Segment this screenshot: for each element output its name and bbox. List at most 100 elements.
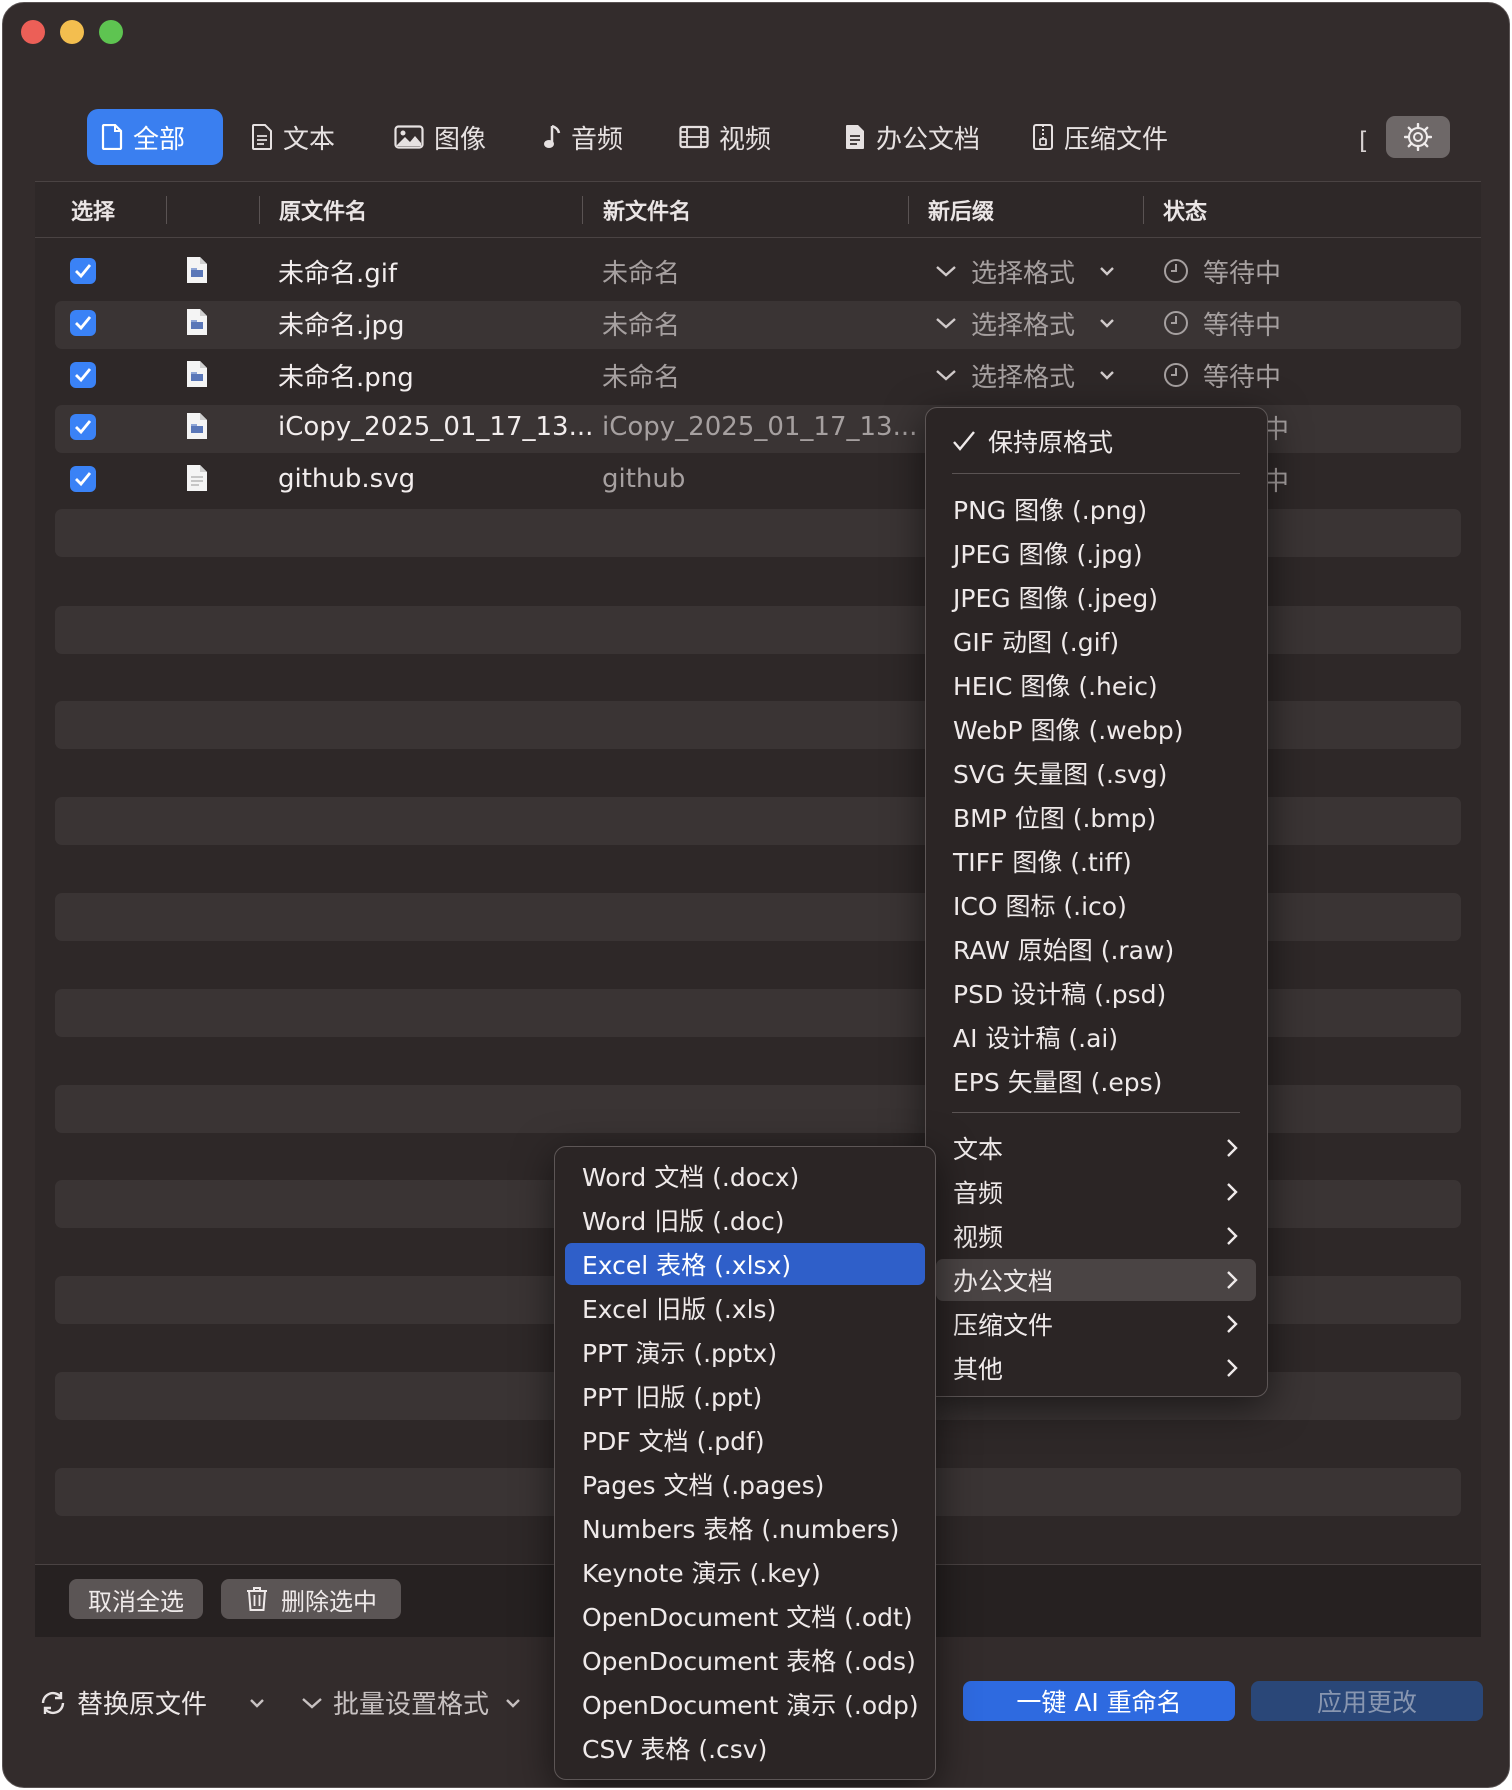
tab-image[interactable]: 图像 [380,109,500,165]
menu-item-category-office[interactable]: 办公文档 [936,1259,1256,1301]
menu-item-odt[interactable]: OpenDocument 文档 (.odt) [565,1595,925,1637]
tab-all[interactable]: 全部 [87,109,223,165]
column-divider [582,196,583,224]
status-label: 等待中 [1203,362,1282,393]
suffix-select[interactable]: 选择格式 [935,245,1115,297]
menu-item-tiff[interactable]: TIFF 图像 (.tiff) [936,840,1256,882]
menu-item-heic[interactable]: HEIC 图像 (.heic) [936,664,1256,706]
settings-button[interactable] [1386,116,1450,158]
tab-overflow-indicator[interactable]: [ [1359,127,1368,155]
column-header-select[interactable]: 选择 [71,182,115,237]
chevron-down-icon [936,318,956,329]
menu-item-pages[interactable]: Pages 文档 (.pages) [565,1463,925,1505]
batch-format-select[interactable]: 批量设置格式 [301,1684,521,1721]
table-row[interactable]: 未命名.gif 未命名 选择格式 等待中 [35,245,1481,297]
chevron-down-icon [302,1697,322,1709]
column-divider [166,196,167,224]
menu-item-category-other[interactable]: 其他 [936,1347,1256,1389]
menu-item-docx[interactable]: Word 文档 (.docx) [565,1155,925,1197]
menu-item-csv[interactable]: CSV 表格 (.csv) [565,1727,925,1769]
menu-item-odp[interactable]: OpenDocument 演示 (.odp) [565,1683,925,1725]
format-dropdown-menu: 保持原格式 PNG 图像 (.png) JPEG 图像 (.jpg) JPEG … [925,407,1268,1397]
column-divider [1143,196,1144,224]
menu-item-svg[interactable]: SVG 矢量图 (.svg) [936,752,1256,794]
menu-item-pdf[interactable]: PDF 文档 (.pdf) [565,1419,925,1461]
menu-item-jpeg[interactable]: JPEG 图像 (.jpeg) [936,576,1256,618]
row-checkbox[interactable] [70,258,96,284]
menu-item-eps[interactable]: EPS 矢量图 (.eps) [936,1060,1256,1102]
menu-item-label: 音频 [953,1179,1004,1208]
chevron-down-icon [1100,371,1114,380]
tab-archive[interactable]: 压缩文件 [1018,109,1182,165]
menu-item-ods[interactable]: OpenDocument 表格 (.ods) [565,1639,925,1681]
menu-item-raw[interactable]: RAW 原始图 (.raw) [936,928,1256,970]
tab-text[interactable]: 文本 [237,109,349,165]
checkmark-icon [75,472,92,487]
checkmark-icon [75,420,92,435]
replace-original-select[interactable]: 替换原文件 [39,1684,265,1721]
apply-changes-button[interactable]: 应用更改 [1251,1681,1483,1721]
refresh-icon [41,1691,65,1714]
menu-item-category-text[interactable]: 文本 [936,1127,1256,1169]
status-cell: 等待中 [1163,297,1281,349]
new-filename[interactable]: iCopy_2025_01_17_13... [602,401,917,453]
tab-office[interactable]: 办公文档 [830,109,994,165]
tab-video[interactable]: 视频 [665,109,785,165]
table-row[interactable]: 未命名.jpg 未命名 选择格式 等待中 [35,297,1481,349]
doc-icon [101,124,123,150]
tab-label: 音频 [571,124,624,155]
menu-item-label: 其他 [953,1355,1004,1384]
menu-item-label: 文本 [953,1135,1004,1164]
new-filename[interactable]: 未命名 [602,349,680,401]
column-header-status[interactable]: 状态 [1163,182,1207,237]
menu-item-psd[interactable]: PSD 设计稿 (.psd) [936,972,1256,1014]
menu-item-doc[interactable]: Word 旧版 (.doc) [565,1199,925,1241]
menu-item-ico[interactable]: ICO 图标 (.ico) [936,884,1256,926]
menu-item-label: 保持原格式 [988,428,1114,457]
column-header-original-name[interactable]: 原文件名 [279,182,367,237]
row-checkbox[interactable] [70,310,96,336]
row-checkbox[interactable] [70,466,96,492]
column-header-new-name[interactable]: 新文件名 [603,182,691,237]
deselect-all-button[interactable]: 取消全选 [69,1579,203,1619]
table-row[interactable]: 未命名.png 未命名 选择格式 等待中 [35,349,1481,401]
suffix-select[interactable]: 选择格式 [935,297,1115,349]
svg-file-icon [187,465,207,491]
menu-item-category-video[interactable]: 视频 [936,1215,1256,1257]
menu-item-xlsx[interactable]: Excel 表格 (.xlsx) [565,1243,925,1285]
menu-item-webp[interactable]: WebP 图像 (.webp) [936,708,1256,750]
menu-item-ai[interactable]: AI 设计稿 (.ai) [936,1016,1256,1058]
original-filename: iCopy_2025_01_17_13... [278,412,594,442]
menu-item-category-archive[interactable]: 压缩文件 [936,1303,1256,1345]
menu-item-xls[interactable]: Excel 旧版 (.xls) [565,1287,925,1329]
row-checkbox[interactable] [70,414,96,440]
office-doc-icon [846,125,864,149]
maximize-window-button[interactable] [99,20,123,44]
menu-item-bmp[interactable]: BMP 位图 (.bmp) [936,796,1256,838]
minimize-window-button[interactable] [60,20,84,44]
menu-item-jpg[interactable]: JPEG 图像 (.jpg) [936,532,1256,574]
tab-audio[interactable]: 音频 [529,109,637,165]
clock-icon [1164,311,1188,335]
menu-item-category-audio[interactable]: 音频 [936,1171,1256,1213]
close-window-button[interactable] [21,20,45,44]
column-header-new-suffix[interactable]: 新后缀 [928,182,994,237]
film-icon [679,125,709,149]
new-filename[interactable]: 未命名 [602,245,680,297]
menu-item-numbers[interactable]: Numbers 表格 (.numbers) [565,1507,925,1549]
menu-item-gif[interactable]: GIF 动图 (.gif) [936,620,1256,662]
text-doc-icon [252,124,272,150]
ai-rename-button[interactable]: 一键 AI 重命名 [963,1681,1235,1721]
original-filename: 未命名.png [278,362,414,393]
menu-item-label: 视频 [953,1223,1004,1252]
menu-item-png[interactable]: PNG 图像 (.png) [936,488,1256,530]
menu-item-key[interactable]: Keynote 演示 (.key) [565,1551,925,1593]
menu-item-keep-original[interactable]: 保持原格式 [936,416,1256,466]
new-filename[interactable]: 未命名 [602,297,680,349]
new-filename[interactable]: github [602,453,685,505]
menu-item-ppt[interactable]: PPT 旧版 (.ppt) [565,1375,925,1417]
delete-selected-button[interactable]: 删除选中 [221,1579,401,1619]
row-checkbox[interactable] [70,362,96,388]
suffix-select[interactable]: 选择格式 [935,349,1115,401]
menu-item-pptx[interactable]: PPT 演示 (.pptx) [565,1331,925,1373]
